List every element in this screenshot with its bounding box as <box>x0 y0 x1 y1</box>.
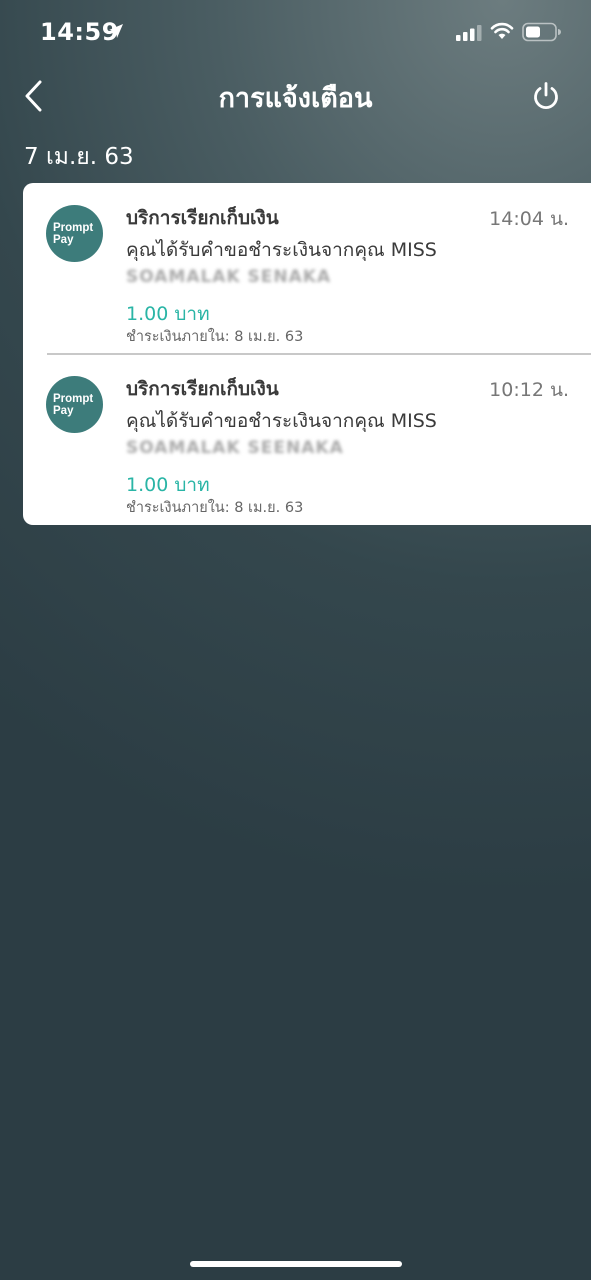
requester-name-blurred: SOAMALAK SENAKA <box>126 267 332 287</box>
promptpay-logo: Prompt Pay <box>46 205 103 262</box>
navigation-bar: การแจ้งเตือน <box>0 66 591 126</box>
page-title: การแจ้งเตือน <box>218 83 373 114</box>
notification-message: คุณได้รับคำขอชำระเงินจากคุณ MISS <box>126 239 437 261</box>
notification-list: Prompt Pay บริการเรียกเก็บเงิน 14:04 น. … <box>23 183 591 525</box>
logout-button[interactable] <box>524 74 568 118</box>
promptpay-logo: Prompt Pay <box>46 376 103 433</box>
cellular-signal-icon <box>456 25 482 41</box>
power-icon <box>534 82 558 110</box>
notification-time: 10:12 น. <box>489 379 569 401</box>
location-arrow-icon <box>109 24 123 38</box>
promptpay-logo-line1: Prompt <box>53 222 94 234</box>
promptpay-logo-line2: Pay <box>53 234 74 246</box>
notification-due-date: ชำระเงินภายใน: 8 เม.ย. 63 <box>126 329 304 345</box>
wifi-icon <box>490 22 514 39</box>
requester-name-blurred: SOAMALAK SEENAKA <box>126 438 344 458</box>
notification-item[interactable]: Prompt Pay บริการเรียกเก็บเงิน 14:04 น. … <box>23 183 591 353</box>
notification-due-date: ชำระเงินภายใน: 8 เม.ย. 63 <box>126 500 304 516</box>
notification-time: 14:04 น. <box>489 208 569 230</box>
home-indicator[interactable] <box>190 1261 402 1267</box>
notification-item[interactable]: Prompt Pay บริการเรียกเก็บเงิน 10:12 น. … <box>23 354 591 524</box>
notification-title: บริการเรียกเก็บเงิน <box>126 378 279 400</box>
status-bar: 14:59 <box>0 0 591 66</box>
notification-message: คุณได้รับคำขอชำระเงินจากคุณ MISS <box>126 410 437 432</box>
notification-title: บริการเรียกเก็บเงิน <box>126 207 279 229</box>
battery-icon <box>522 22 561 42</box>
promptpay-logo-line2: Pay <box>53 405 74 417</box>
promptpay-logo-line1: Prompt <box>53 393 94 405</box>
date-section-header: 7 เม.ย. 63 <box>24 144 134 170</box>
